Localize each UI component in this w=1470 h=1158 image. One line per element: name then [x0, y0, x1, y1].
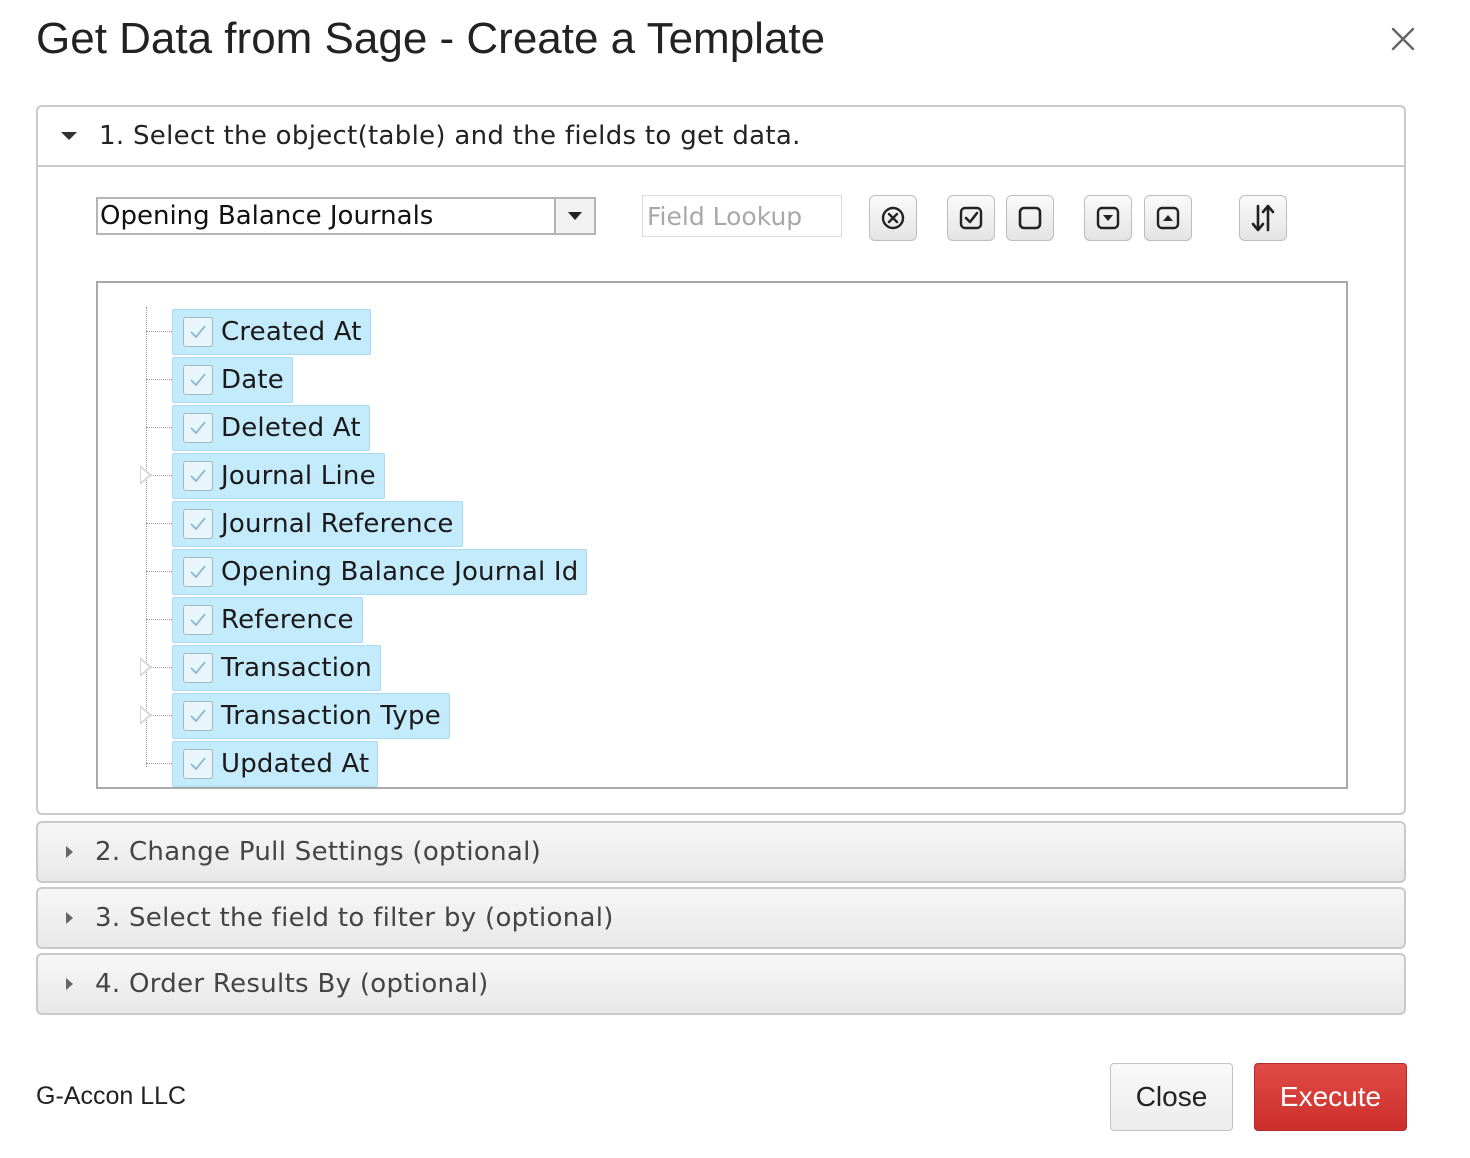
- field-item[interactable]: Transaction: [172, 645, 381, 691]
- close-icon[interactable]: [1388, 24, 1418, 54]
- tree-connector: [146, 619, 172, 620]
- tree-connector: [146, 763, 172, 764]
- checkbox-icon[interactable]: [183, 605, 213, 635]
- dropdown-arrow-icon[interactable]: [554, 199, 594, 233]
- section-4-label: 4. Order Results By (optional): [95, 969, 489, 999]
- field-label: Opening Balance Journal Id: [221, 557, 579, 587]
- field-label: Journal Reference: [221, 509, 454, 539]
- field-label: Created At: [221, 317, 362, 347]
- dialog-title: Get Data from Sage - Create a Template: [36, 14, 826, 63]
- expand-all-icon: [1096, 206, 1120, 230]
- checkbox-icon[interactable]: [183, 749, 213, 779]
- collapse-all-button[interactable]: [1144, 195, 1192, 241]
- field-node: Journal Reference: [98, 499, 798, 547]
- section-1-header[interactable]: 1. Select the object(table) and the fiel…: [38, 107, 1404, 167]
- section-1-label: 1. Select the object(table) and the fiel…: [99, 121, 801, 151]
- expand-arrow-icon[interactable]: [140, 705, 152, 725]
- checkbox-icon[interactable]: [183, 509, 213, 539]
- collapse-all-icon: [1156, 206, 1180, 230]
- close-button[interactable]: Close: [1110, 1063, 1233, 1131]
- company-name: G-Accon LLC: [36, 1082, 187, 1110]
- object-select-value: Opening Balance Journals: [100, 201, 434, 231]
- field-item[interactable]: Opening Balance Journal Id: [172, 549, 588, 595]
- section-select-fields: 1. Select the object(table) and the fiel…: [36, 105, 1406, 815]
- field-label: Reference: [221, 605, 354, 635]
- field-lookup-input[interactable]: [642, 195, 842, 237]
- field-label: Transaction: [221, 653, 372, 683]
- sort-button[interactable]: [1239, 195, 1287, 241]
- field-node: Updated At: [98, 739, 798, 787]
- section-4-header[interactable]: 4. Order Results By (optional): [38, 955, 1404, 1013]
- field-item[interactable]: Journal Line: [172, 453, 385, 499]
- checkbox-icon[interactable]: [183, 701, 213, 731]
- field-node: Created At: [98, 307, 798, 355]
- clear-button[interactable]: [869, 195, 917, 241]
- checkbox-icon[interactable]: [183, 317, 213, 347]
- check-all-icon: [959, 206, 983, 230]
- sort-icon: [1251, 204, 1275, 232]
- tree-connector: [146, 571, 172, 572]
- field-item[interactable]: Updated At: [172, 741, 379, 787]
- execute-button[interactable]: Execute: [1254, 1063, 1407, 1131]
- tree-connector: [146, 379, 172, 380]
- field-node: Reference: [98, 595, 798, 643]
- field-label: Updated At: [221, 749, 370, 779]
- uncheck-all-icon: [1018, 206, 1042, 230]
- field-item[interactable]: Deleted At: [172, 405, 370, 451]
- field-node: Transaction: [98, 643, 798, 691]
- checkbox-icon[interactable]: [183, 461, 213, 491]
- field-node: Date: [98, 355, 798, 403]
- uncheck-all-button[interactable]: [1006, 195, 1054, 241]
- checkbox-icon[interactable]: [183, 413, 213, 443]
- section-2-header[interactable]: 2. Change Pull Settings (optional): [38, 823, 1404, 881]
- checkbox-icon[interactable]: [183, 365, 213, 395]
- tree-connector: [146, 523, 172, 524]
- field-item[interactable]: Created At: [172, 309, 371, 355]
- field-label: Transaction Type: [221, 701, 441, 731]
- field-node: Opening Balance Journal Id: [98, 547, 798, 595]
- field-node: Journal Line: [98, 451, 798, 499]
- field-item[interactable]: Journal Reference: [172, 501, 463, 547]
- field-node: Deleted At: [98, 403, 798, 451]
- object-select[interactable]: Opening Balance Journals: [96, 197, 596, 235]
- field-label: Date: [221, 365, 284, 395]
- check-all-button[interactable]: [947, 195, 995, 241]
- section-3-header[interactable]: 3. Select the field to filter by (option…: [38, 889, 1404, 947]
- field-item[interactable]: Transaction Type: [172, 693, 450, 739]
- field-label: Journal Line: [221, 461, 376, 491]
- expand-arrow-icon[interactable]: [140, 657, 152, 677]
- field-tree[interactable]: Created At Date Deleted At Journal Line Jour…: [96, 281, 1348, 789]
- section-order-results[interactable]: 4. Order Results By (optional): [36, 953, 1406, 1015]
- chevron-right-icon: [66, 912, 73, 924]
- clear-icon: [881, 206, 905, 230]
- section-2-label: 2. Change Pull Settings (optional): [95, 837, 542, 867]
- chevron-down-icon: [61, 132, 77, 140]
- field-item[interactable]: Reference: [172, 597, 363, 643]
- field-item[interactable]: Date: [172, 357, 293, 403]
- checkbox-icon[interactable]: [183, 653, 213, 683]
- chevron-right-icon: [66, 978, 73, 990]
- field-label: Deleted At: [221, 413, 361, 443]
- expand-arrow-icon[interactable]: [140, 465, 152, 485]
- field-node: Transaction Type: [98, 691, 798, 739]
- checkbox-icon[interactable]: [183, 557, 213, 587]
- expand-all-button[interactable]: [1084, 195, 1132, 241]
- section-filter-field[interactable]: 3. Select the field to filter by (option…: [36, 887, 1406, 949]
- tree-connector: [146, 331, 172, 332]
- section-pull-settings[interactable]: 2. Change Pull Settings (optional): [36, 821, 1406, 883]
- section-3-label: 3. Select the field to filter by (option…: [95, 903, 614, 933]
- chevron-right-icon: [66, 846, 73, 858]
- tree-connector: [146, 427, 172, 428]
